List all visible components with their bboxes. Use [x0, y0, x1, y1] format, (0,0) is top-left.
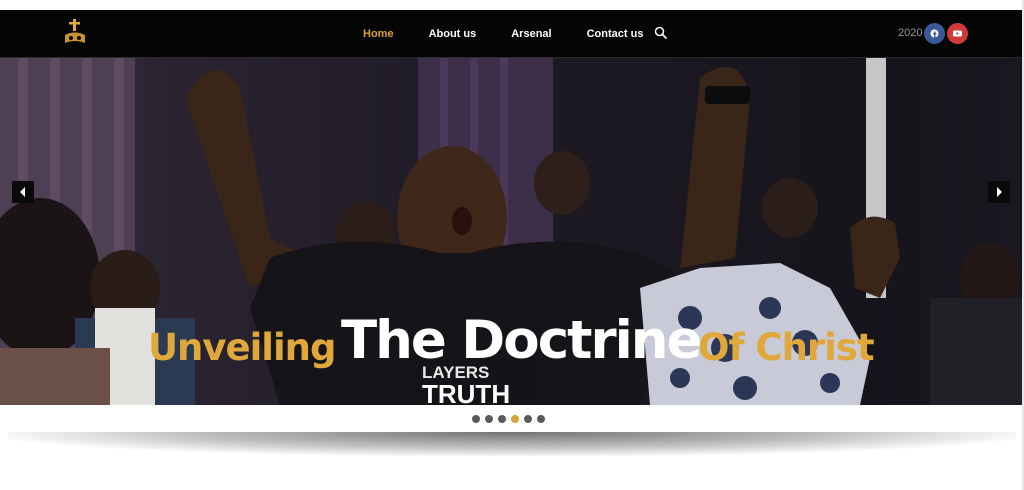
slide-dot-5[interactable] [524, 415, 532, 423]
slide-dot-2[interactable] [485, 415, 493, 423]
headline-the-doctrine: The Doctrine [341, 310, 702, 371]
top-navigation-bar: Home About us Arsenal Contact us 2020 [0, 10, 1022, 58]
year-label: 2020 [898, 27, 923, 39]
nav-arsenal[interactable]: Arsenal [511, 28, 551, 40]
slider-pagination [472, 415, 550, 423]
hero-slider: LAYERS TRUTH Unveiling The Doctrine Of C… [0, 58, 1022, 405]
cross-church-logo-icon[interactable] [62, 18, 88, 48]
search-icon[interactable] [654, 26, 668, 40]
chevron-right-icon[interactable] [988, 181, 1010, 203]
hero-headline: Unveiling The Doctrine Of Christ [0, 306, 1022, 386]
nav-contact-us[interactable]: Contact us [587, 28, 644, 40]
chevron-left-icon[interactable] [12, 181, 34, 203]
slide-dot-1[interactable] [472, 415, 480, 423]
nav-home[interactable]: Home [363, 28, 394, 40]
youtube-icon[interactable] [947, 23, 968, 44]
slide-dot-3[interactable] [498, 415, 506, 423]
slide-dot-4[interactable] [511, 415, 519, 423]
slide-dot-6[interactable] [537, 415, 545, 423]
facebook-icon[interactable] [924, 23, 945, 44]
headline-unveiling: Unveiling [148, 326, 336, 369]
headline-of-christ: Of Christ [698, 326, 875, 369]
nav-about-us[interactable]: About us [429, 28, 477, 40]
slider-bottom-shadow [8, 432, 1016, 456]
main-menu: Home About us Arsenal Contact us [363, 10, 678, 57]
